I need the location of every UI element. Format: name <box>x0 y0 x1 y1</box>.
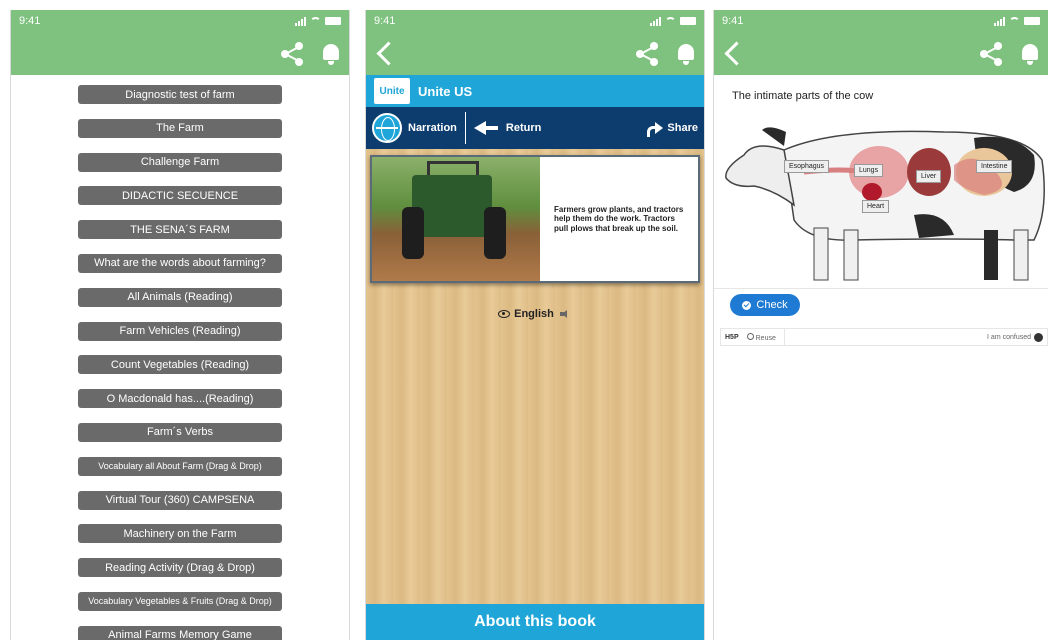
battery-icon <box>325 17 341 25</box>
cow-illustration <box>725 127 1045 281</box>
bell-icon[interactable] <box>321 42 341 66</box>
help-icon <box>1034 332 1043 342</box>
about-book-button[interactable]: About this book <box>366 604 704 640</box>
top-bar <box>11 32 349 75</box>
wifi-icon <box>1009 17 1020 25</box>
menu-list: Diagnostic test of farm The Farm Challenge… <box>11 75 349 640</box>
menu-button[interactable]: THE SENA´S FARM <box>78 220 282 240</box>
check-label: Check <box>756 299 788 311</box>
wifi-icon <box>310 17 321 25</box>
return-arrow-icon[interactable] <box>473 121 500 135</box>
label-liver[interactable]: Liver <box>916 170 942 183</box>
section-divider <box>714 288 1048 289</box>
menu-button[interactable]: All Animals (Reading) <box>78 287 282 307</box>
confused-button[interactable]: I am confused <box>987 332 1043 342</box>
menu-button[interactable]: Farm´s Verbs <box>78 422 282 442</box>
check-button[interactable]: Check <box>730 294 800 316</box>
status-time: 9:41 <box>19 15 41 27</box>
reuse-label: Reuse <box>755 334 776 342</box>
share-icon[interactable] <box>636 41 660 66</box>
status-bar: 9:41 <box>11 10 349 32</box>
return-button[interactable]: Return <box>506 122 541 134</box>
reuse-button[interactable]: Reuse <box>746 332 776 342</box>
menu-button[interactable]: Machinery on the Farm <box>78 524 282 544</box>
check-circle-icon <box>742 300 752 310</box>
share-icon[interactable] <box>980 41 1004 66</box>
menu-button[interactable]: DIDACTIC SECUENCE <box>78 186 282 206</box>
phone-screen-menu: 9:41 Diagnostic test of farm The Farm Chal… <box>10 10 350 640</box>
book-text: Farmers grow plants, and tractors help t… <box>554 204 684 233</box>
menu-button[interactable]: Vocabulary Vegetables & Fruits (Drag & D… <box>78 591 282 611</box>
battery-icon <box>1024 17 1040 25</box>
tractor-illustration <box>372 157 540 281</box>
question-title: The intimate parts of the cow <box>732 90 874 102</box>
menu-button[interactable]: Count Vegetables (Reading) <box>78 355 282 375</box>
menu-button[interactable]: Diagnostic test of farm <box>78 85 282 104</box>
signal-icon <box>650 16 661 26</box>
h5p-logo: H5P <box>725 333 739 341</box>
cow-diagram: Esophagus Lungs Liver Intestine Heart <box>714 110 1048 285</box>
reuse-icon <box>746 332 754 340</box>
reader-nav-bar: Narration Return Share <box>366 107 704 149</box>
back-icon[interactable] <box>374 39 400 69</box>
label-lungs[interactable]: Lungs <box>854 164 884 177</box>
wifi-icon <box>665 17 676 25</box>
menu-button[interactable]: Animal Farms Memory Game <box>78 625 282 640</box>
phone-screen-book: 9:41 Unite Unite US Narration Return Sha… <box>365 10 705 640</box>
status-bar: 9:41 <box>714 10 1048 32</box>
status-bar: 9:41 <box>366 10 704 32</box>
unite-logo: Unite <box>374 78 410 104</box>
status-time: 9:41 <box>722 15 744 27</box>
menu-button[interactable]: What are the words about farming? <box>78 253 282 273</box>
language-label: English <box>514 308 554 320</box>
status-icons <box>650 16 696 26</box>
share-button[interactable]: Share <box>645 122 698 137</box>
phone-screen-quiz: 9:41 The intimate parts of the cow Esoph… <box>713 10 1048 640</box>
share-arrow-icon <box>645 122 664 137</box>
menu-button[interactable]: Reading Activity (Drag & Drop) <box>78 558 282 578</box>
signal-icon <box>994 16 1005 26</box>
speaker-icon[interactable] <box>559 309 572 319</box>
menu-button[interactable]: The Farm <box>78 118 282 138</box>
language-selector[interactable]: English <box>366 308 704 320</box>
unite-header: Unite Unite US <box>366 75 704 107</box>
nav-divider <box>464 112 466 144</box>
status-icons <box>994 16 1040 26</box>
back-icon[interactable] <box>722 39 748 69</box>
book-page: Farmers grow plants, and tractors help t… <box>370 155 700 283</box>
menu-button[interactable]: O Macdonald has....(Reading) <box>78 389 282 409</box>
label-heart[interactable]: Heart <box>862 200 890 213</box>
h5p-footer: H5P Reuse I am confused <box>720 328 1048 346</box>
bell-icon[interactable] <box>676 42 696 66</box>
status-icons <box>295 16 341 26</box>
globe-icon[interactable] <box>372 113 402 143</box>
label-esophagus[interactable]: Esophagus <box>784 160 830 173</box>
bell-icon[interactable] <box>1020 42 1040 66</box>
status-time: 9:41 <box>374 15 396 27</box>
menu-button[interactable]: Virtual Tour (360) CAMPSENA <box>78 490 282 510</box>
label-intestine[interactable]: Intestine <box>976 160 1013 173</box>
eye-icon <box>498 310 511 318</box>
share-label: Share <box>667 122 698 134</box>
confused-label: I am confused <box>987 333 1031 341</box>
app-title: Unite US <box>418 83 473 99</box>
share-icon[interactable] <box>281 41 305 66</box>
battery-icon <box>680 17 696 25</box>
menu-button[interactable]: Vocabulary all About Farm (Drag & Drop) <box>78 456 282 476</box>
narration-button[interactable]: Narration <box>408 122 457 134</box>
top-bar <box>366 32 704 75</box>
menu-button[interactable]: Challenge Farm <box>78 152 282 172</box>
top-bar <box>714 32 1048 75</box>
menu-button[interactable]: Farm Vehicles (Reading) <box>78 321 282 341</box>
signal-icon <box>295 16 306 26</box>
